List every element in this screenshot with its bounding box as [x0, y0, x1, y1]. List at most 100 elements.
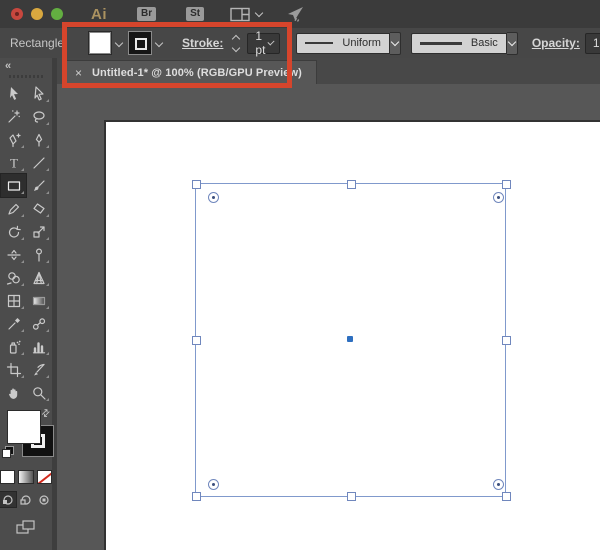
- paintbrush-tool-icon[interactable]: [26, 174, 51, 197]
- width-tool-icon[interactable]: [1, 243, 26, 266]
- puppet-warp-tool-icon[interactable]: [26, 243, 51, 266]
- selection-handle-bottom-right[interactable]: [502, 492, 511, 501]
- collapse-panel-button[interactable]: «: [0, 58, 52, 72]
- type-tool-icon[interactable]: T: [1, 151, 26, 174]
- control-bar: Rectangle Stroke: 1 pt Uniform Basic: [0, 28, 600, 59]
- curvature-tool-icon[interactable]: [26, 128, 51, 151]
- bridge-button[interactable]: Br: [137, 7, 156, 21]
- share-button[interactable]: [286, 6, 304, 22]
- minimize-window-icon[interactable]: [31, 8, 43, 20]
- gradient-tool-icon[interactable]: [26, 289, 51, 312]
- tool-grid: T: [0, 82, 52, 404]
- width-profile-value: Uniform: [342, 37, 381, 49]
- document-title: Untitled-1* @ 100% (RGB/GPU Preview): [92, 67, 302, 79]
- stroke-weight-dropdown[interactable]: 1 pt: [247, 33, 280, 54]
- active-tool-label: Rectangle: [10, 36, 64, 50]
- eraser-tool-icon[interactable]: [26, 197, 51, 220]
- artboard-tool-icon[interactable]: [1, 358, 26, 381]
- fill-proxy-swatch[interactable]: [7, 410, 41, 444]
- none-button[interactable]: [37, 470, 52, 484]
- stepper-up-icon[interactable]: [232, 34, 240, 42]
- magic-wand-tool-icon[interactable]: [1, 105, 26, 128]
- stock-button[interactable]: St: [186, 7, 204, 21]
- screen-mode-icon: [15, 519, 37, 536]
- canvas-area[interactable]: [62, 84, 600, 550]
- width-profile-preview: [305, 42, 333, 44]
- column-graph-tool-icon[interactable]: [26, 335, 51, 358]
- screen-mode-button[interactable]: [0, 519, 52, 536]
- stroke-weight-stepper[interactable]: [231, 34, 241, 53]
- selection-handle-mid-right[interactable]: [502, 336, 511, 345]
- mesh-tool-icon[interactable]: [1, 289, 26, 312]
- rocket-icon: [286, 6, 304, 22]
- pen-tool-icon[interactable]: [1, 128, 26, 151]
- pencil-tool-icon[interactable]: [1, 197, 26, 220]
- live-corner-widget-top-left[interactable]: [208, 192, 219, 203]
- close-window-icon[interactable]: [11, 8, 23, 20]
- live-corner-widget-top-right[interactable]: [493, 192, 504, 203]
- fill-color-swatch[interactable]: [88, 31, 112, 55]
- opacity-value: 100%: [593, 36, 600, 50]
- stroke-color-swatch[interactable]: [128, 31, 152, 55]
- chevron-down-icon: [255, 9, 263, 17]
- opacity-dropdown[interactable]: 100%: [585, 33, 600, 54]
- color-mode-row: [0, 470, 52, 484]
- zoom-tool-icon[interactable]: [26, 381, 51, 404]
- chevron-down-icon: [391, 38, 399, 46]
- brush-definition-value: Basic: [471, 37, 498, 49]
- draw-inside-button[interactable]: [36, 492, 52, 507]
- live-corner-widget-bottom-left[interactable]: [208, 479, 219, 490]
- drawing-modes-row: [0, 492, 52, 507]
- brush-definition-dropdown[interactable]: Basic: [411, 33, 507, 54]
- chevron-down-icon: [268, 38, 275, 45]
- color-button[interactable]: [0, 470, 15, 484]
- brush-stroke-preview: [420, 42, 462, 45]
- symbol-sprayer-tool-icon[interactable]: [1, 335, 26, 358]
- chevron-down-icon: [508, 38, 516, 46]
- fullscreen-window-icon[interactable]: [51, 8, 63, 20]
- panel-grip[interactable]: [9, 75, 43, 78]
- opacity-panel-link[interactable]: Opacity:: [532, 36, 580, 50]
- line-segment-tool-icon[interactable]: [26, 151, 51, 174]
- illustrator-window: Ai Br St Rectangle Stroke:: [0, 0, 600, 550]
- workspace-switcher[interactable]: [230, 7, 264, 22]
- menu-bar: Ai Br St: [0, 0, 600, 29]
- selection-tool-icon[interactable]: [1, 82, 26, 105]
- selection-handle-bottom-mid[interactable]: [347, 492, 356, 501]
- direct-selection-tool-icon[interactable]: [26, 82, 51, 105]
- rectangle-tool-icon[interactable]: [1, 174, 26, 197]
- eyedropper-tool-icon[interactable]: [1, 312, 26, 335]
- width-profile-chevron-button[interactable]: [390, 32, 401, 55]
- close-tab-icon[interactable]: ×: [75, 66, 82, 80]
- stroke-chevron-down-icon[interactable]: [155, 39, 163, 47]
- selection-handle-bottom-left[interactable]: [192, 492, 201, 501]
- object-center-point[interactable]: [347, 336, 353, 342]
- selection-handle-top-left[interactable]: [192, 180, 201, 189]
- default-fill-stroke-icon[interactable]: [2, 446, 14, 458]
- stepper-down-icon[interactable]: [232, 43, 240, 51]
- fill-chevron-down-icon[interactable]: [115, 39, 123, 47]
- fill-stroke-widget: ⇄: [0, 408, 52, 464]
- mini-fill-swatch: [2, 449, 11, 458]
- selection-handle-mid-left[interactable]: [192, 336, 201, 345]
- scale-tool-icon[interactable]: [26, 220, 51, 243]
- selection-handle-top-mid[interactable]: [347, 180, 356, 189]
- width-profile-dropdown[interactable]: Uniform: [296, 33, 390, 54]
- swap-fill-stroke-icon[interactable]: ⇄: [39, 407, 53, 421]
- stroke-panel-link[interactable]: Stroke:: [182, 36, 223, 50]
- rotate-tool-icon[interactable]: [1, 220, 26, 243]
- perspective-grid-tool-icon[interactable]: [26, 266, 51, 289]
- selection-handle-top-right[interactable]: [502, 180, 511, 189]
- shape-builder-tool-icon[interactable]: [1, 266, 26, 289]
- blend-tool-icon[interactable]: [26, 312, 51, 335]
- draw-normal-button[interactable]: [0, 492, 16, 507]
- stroke-weight-value: 1 pt: [255, 29, 267, 57]
- draw-behind-button[interactable]: [18, 492, 34, 507]
- brush-definition-chevron-button[interactable]: [507, 32, 518, 55]
- slice-tool-icon[interactable]: [26, 358, 51, 381]
- live-corner-widget-bottom-right[interactable]: [493, 479, 504, 490]
- document-tab[interactable]: × Untitled-1* @ 100% (RGB/GPU Preview): [65, 60, 317, 85]
- gradient-button[interactable]: [18, 470, 33, 484]
- lasso-tool-icon[interactable]: [26, 105, 51, 128]
- hand-tool-icon[interactable]: [1, 381, 26, 404]
